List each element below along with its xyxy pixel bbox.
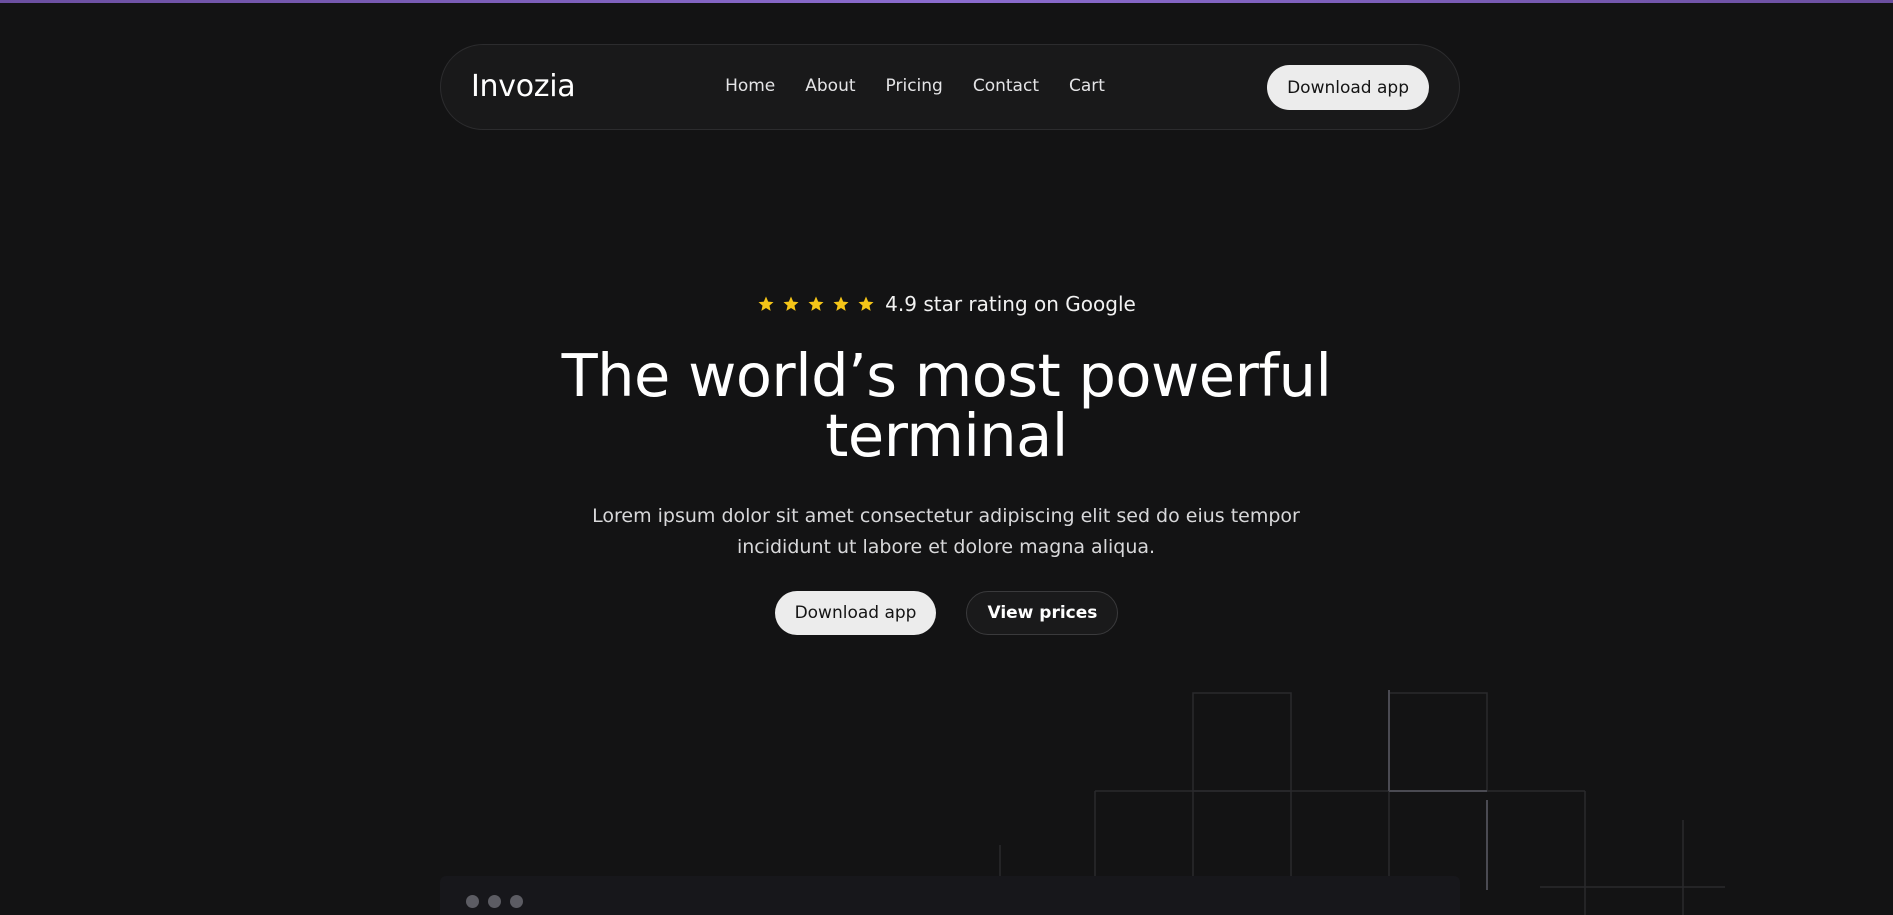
star-rating [757,295,875,313]
hero-headline-line1: The world’s most powerful [561,341,1332,410]
rating-row: 4.9 star rating on Google [0,292,1893,316]
star-icon [758,296,774,311]
nav-link-about[interactable]: About [805,76,855,96]
view-prices-button[interactable]: View prices [966,591,1119,635]
navbar: Invozia Home About Pricing Contact Cart … [440,44,1460,130]
hero-download-app-button[interactable]: Download app [774,591,937,635]
nav-link-home[interactable]: Home [725,76,775,96]
window-dot-icon [466,895,479,908]
nav-download-app-button[interactable]: Download app [1267,65,1429,110]
nav-link-cart[interactable]: Cart [1069,76,1105,96]
nav-link-contact[interactable]: Contact [973,76,1039,96]
star-icon [833,296,849,311]
hero-subtext: Lorem ipsum dolor sit amet consectetur a… [546,501,1346,563]
hero-headline: The world’s most powerful terminal [0,346,1893,466]
nav-link-pricing[interactable]: Pricing [886,76,943,96]
window-dot-icon [488,895,501,908]
star-icon [808,296,824,311]
hero-subtext-line2: incididunt ut labore et dolore magna ali… [736,536,1156,558]
hero-subtext-line1: Lorem ipsum dolor sit amet consectetur a… [592,505,1300,527]
star-icon [858,296,874,311]
hero-buttons: Download app View prices [0,591,1893,635]
terminal-window [440,876,1460,915]
top-accent-bar [0,0,1893,3]
star-icon [783,296,799,311]
rating-text: 4.9 star rating on Google [885,292,1136,316]
window-dot-icon [510,895,523,908]
hero-headline-line2: terminal [825,401,1068,470]
